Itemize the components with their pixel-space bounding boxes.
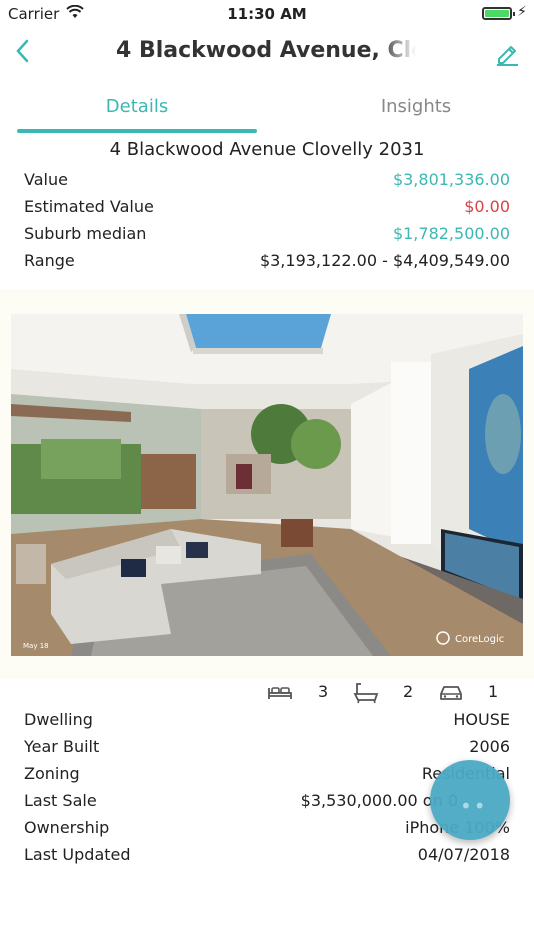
- page-title: 4 Blackwood Avenue, Clove: [116, 38, 416, 63]
- status-bar: Carrier 11:30 AM ⚡: [0, 0, 534, 30]
- row-label: Zoning: [24, 764, 80, 783]
- row-label: Ownership: [24, 818, 110, 837]
- row-value-text: 2006: [469, 737, 510, 756]
- row-dwelling: Dwelling HOUSE: [24, 710, 510, 736]
- row-estimated-value: Estimated Value $0.00: [24, 197, 510, 223]
- row-value-text: $3,801,336.00: [392, 170, 510, 189]
- row-last-updated: Last Updated 04/07/2018: [24, 845, 510, 871]
- row-label: Dwelling: [24, 710, 93, 729]
- row-value-text: 04/07/2018: [417, 845, 510, 864]
- row-value: Value $3,801,336.00: [24, 170, 510, 196]
- more-dots-icon: ••: [460, 794, 488, 818]
- photo-container: May 18 CoreLogic: [0, 289, 534, 679]
- navigation-bar: 4 Blackwood Avenue, Clove: [0, 32, 534, 76]
- row-value-text: $1,782,500.00: [392, 224, 510, 243]
- bathroom-count: 2: [403, 682, 414, 701]
- bedroom-count: 3: [318, 682, 329, 701]
- property-features: 3 2 1: [0, 680, 534, 708]
- row-label: Value: [24, 170, 68, 189]
- back-chevron-icon[interactable]: [14, 38, 30, 70]
- bath-icon: [353, 682, 379, 708]
- row-label: Range: [24, 251, 75, 270]
- row-label: Year Built: [24, 737, 100, 756]
- bed-icon: [267, 682, 293, 706]
- row-value-text: $0.00: [464, 197, 510, 216]
- status-time: 11:30 AM: [227, 5, 307, 23]
- tab-details[interactable]: Details: [17, 96, 257, 117]
- segment-tabs: Details Insights: [0, 92, 534, 136]
- row-value-text: HOUSE: [453, 710, 510, 729]
- row-label: Estimated Value: [24, 197, 154, 216]
- property-photo[interactable]: May 18 CoreLogic: [11, 314, 523, 656]
- floating-action-button[interactable]: ••: [430, 760, 510, 840]
- row-label: Suburb median: [24, 224, 147, 243]
- row-label: Last Sale: [24, 791, 97, 810]
- row-label: Last Updated: [24, 845, 131, 864]
- row-year-built: Year Built 2006: [24, 737, 510, 763]
- row-suburb-median: Suburb median $1,782,500.00: [24, 224, 510, 250]
- photo-date-tag: May 18: [23, 642, 49, 650]
- corelogic-watermark: CoreLogic: [455, 634, 504, 645]
- tab-active-indicator: [17, 129, 257, 133]
- battery-icon: [482, 7, 515, 20]
- row-value-text: $3,193,122.00 - $4,409,549.00: [259, 251, 510, 270]
- car-space-count: 1: [488, 682, 499, 701]
- car-icon: [438, 682, 464, 706]
- charging-icon: ⚡: [517, 4, 527, 20]
- tab-insights[interactable]: Insights: [296, 96, 534, 117]
- edit-pencil-icon[interactable]: [494, 40, 520, 66]
- property-address: 4 Blackwood Avenue Clovelly 2031: [109, 139, 425, 160]
- row-range: Range $3,193,122.00 - $4,409,549.00: [24, 251, 510, 277]
